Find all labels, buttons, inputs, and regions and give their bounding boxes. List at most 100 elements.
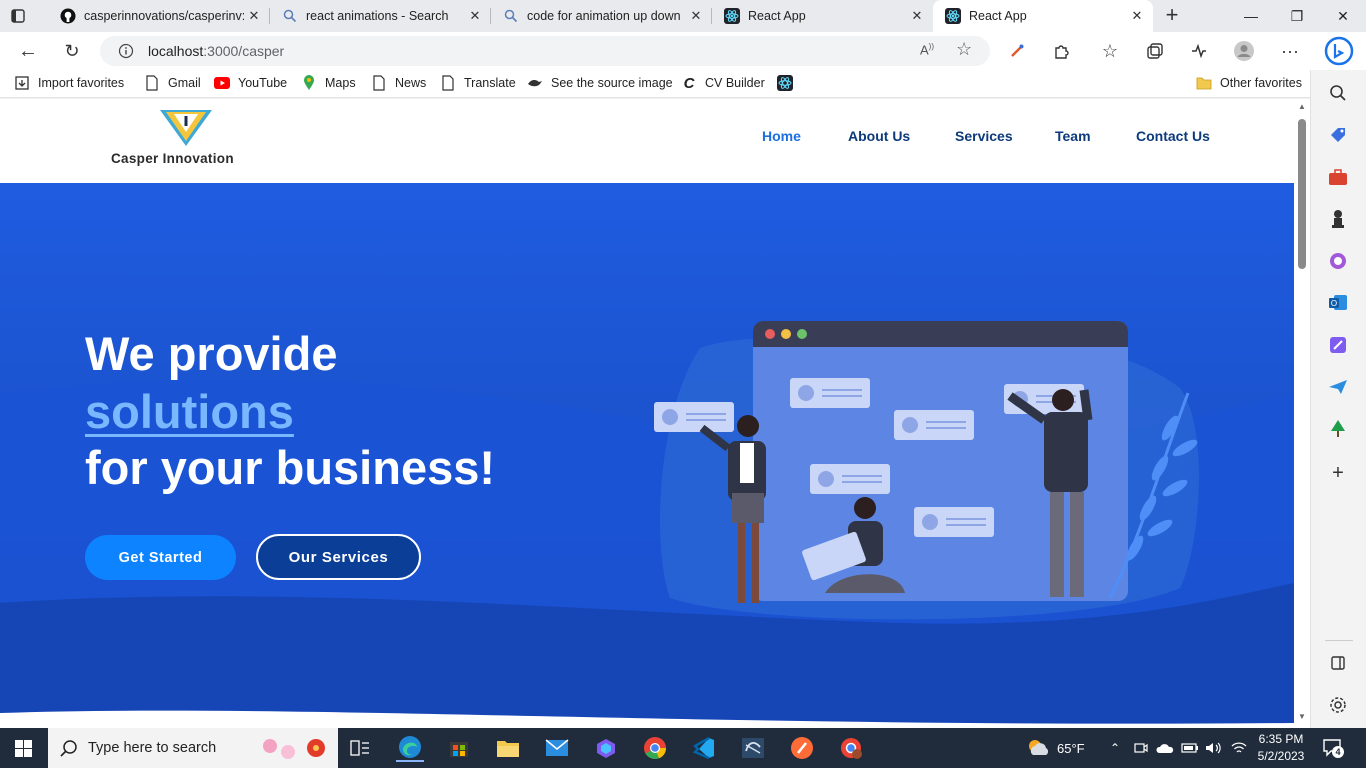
mail-icon[interactable]	[543, 734, 571, 762]
fav-gmail[interactable]: Gmail	[144, 75, 201, 91]
copilot-app-icon[interactable]	[592, 734, 620, 762]
add-sidebar-app-icon[interactable]: +	[1327, 462, 1349, 484]
refresh-icon[interactable]: ↻	[57, 36, 87, 66]
fav-label: Maps	[325, 76, 356, 90]
tab-actions-icon[interactable]	[10, 8, 26, 24]
hide-sidebar-icon[interactable]	[1327, 652, 1349, 674]
our-services-button[interactable]: Our Services	[256, 534, 421, 580]
add-favorite-icon[interactable]: ☆	[956, 39, 972, 60]
restore-icon[interactable]: ❐	[1274, 0, 1320, 32]
fav-other-favorites[interactable]: Other favorites	[1196, 75, 1302, 91]
tab-github[interactable]: casperinnovations/casperinv: ✕	[48, 0, 270, 32]
scroll-down-icon[interactable]: ▼	[1298, 712, 1306, 721]
bird-icon	[527, 75, 543, 91]
extensions-icon[interactable]	[1046, 36, 1076, 66]
favorites-icon[interactable]: ☆	[1095, 36, 1125, 66]
minimize-icon[interactable]: —	[1228, 0, 1274, 32]
taskbar-search-box[interactable]: Type here to search	[48, 728, 338, 768]
games-chess-icon[interactable]	[1327, 208, 1349, 230]
clock[interactable]: 6:35 PM 5/2/2023	[1256, 731, 1306, 765]
sidebar-settings-icon[interactable]	[1327, 694, 1349, 716]
sidebar-search-icon[interactable]	[1327, 82, 1349, 104]
collections-icon[interactable]	[1140, 36, 1170, 66]
profile-avatar[interactable]	[1229, 36, 1259, 66]
window-close-icon[interactable]: ✕	[1320, 0, 1366, 32]
weather-temp: 65°F	[1057, 740, 1085, 756]
more-options-icon[interactable]: ···	[1275, 36, 1305, 66]
chrome-profile-icon[interactable]	[837, 734, 865, 762]
microsoft-365-icon[interactable]	[1327, 250, 1349, 272]
github-icon	[60, 8, 76, 24]
sql-server-icon[interactable]	[739, 734, 767, 762]
show-hidden-icons-icon[interactable]: ⌃	[1110, 728, 1120, 768]
chrome-icon[interactable]	[641, 734, 669, 762]
tree-icon[interactable]	[1327, 418, 1349, 440]
tab-title: React App	[969, 9, 1027, 23]
get-started-button[interactable]: Get Started	[85, 535, 236, 580]
site-header: Casper Innovation Home About Us Services…	[0, 99, 1294, 183]
task-view-icon[interactable]	[346, 734, 374, 762]
nav-about-us[interactable]: About Us	[848, 128, 910, 144]
onedrive-cloud-icon[interactable]	[1156, 728, 1174, 768]
fav-see-source-image[interactable]: See the source image	[527, 75, 673, 91]
fav-youtube[interactable]: YouTube	[214, 75, 287, 91]
windows-start-icon[interactable]	[15, 740, 32, 757]
casper-logo-icon[interactable]	[158, 108, 214, 148]
search-placeholder: Type here to search	[88, 740, 217, 756]
tools-briefcase-icon[interactable]	[1327, 166, 1349, 188]
postman-icon[interactable]	[788, 734, 816, 762]
tab-react-app-active[interactable]: React App ✕	[933, 0, 1153, 32]
fav-maps[interactable]: Maps	[301, 75, 356, 91]
youtube-icon	[214, 75, 230, 91]
microsoft-store-icon[interactable]	[445, 734, 473, 762]
address-bar[interactable]: localhost:3000/casper A)) ☆	[100, 36, 990, 66]
tab-search-animation-code[interactable]: code for animation up down ✕	[491, 0, 712, 32]
edge-taskbar-icon[interactable]	[396, 734, 424, 762]
fav-news[interactable]: News	[371, 75, 426, 91]
bing-chat-icon[interactable]	[1322, 34, 1356, 68]
weather-widget[interactable]: 65°F	[1025, 728, 1085, 768]
new-tab-icon[interactable]: +	[1160, 4, 1184, 28]
performance-icon[interactable]	[1184, 36, 1214, 66]
scroll-up-icon[interactable]: ▲	[1298, 102, 1306, 111]
scrollbar-thumb[interactable]	[1298, 119, 1306, 269]
designer-icon[interactable]	[1327, 334, 1349, 356]
shopping-tag-icon[interactable]	[1327, 124, 1349, 146]
brand-name: Casper Innovation	[111, 151, 234, 166]
tab-search-react-animations[interactable]: react animations - Search ✕	[270, 0, 491, 32]
tab-title: casperinnovations/casperinv:	[84, 9, 244, 23]
wifi-icon[interactable]	[1230, 728, 1248, 768]
battery-icon[interactable]	[1181, 728, 1199, 768]
eyedropper-extension-icon[interactable]	[1002, 36, 1032, 66]
nav-team[interactable]: Team	[1055, 128, 1091, 144]
close-icon[interactable]: ✕	[686, 8, 706, 24]
vscode-icon[interactable]	[690, 734, 718, 762]
notifications-icon[interactable]: 4	[1322, 738, 1344, 760]
close-icon[interactable]: ✕	[907, 8, 927, 24]
fav-cv-builder[interactable]: C CV Builder	[681, 75, 765, 92]
fav-label: News	[395, 76, 427, 90]
fav-translate[interactable]: Translate	[440, 75, 516, 91]
send-paper-plane-icon[interactable]	[1327, 376, 1349, 398]
tab-react-app[interactable]: React App ✕	[712, 0, 933, 32]
info-icon[interactable]	[118, 43, 134, 59]
page-scrollbar[interactable]: ▲ ▼	[1294, 99, 1310, 728]
nav-services[interactable]: Services	[955, 128, 1013, 144]
fav-react[interactable]	[777, 75, 801, 91]
fav-label: Translate	[464, 76, 516, 90]
nav-home[interactable]: Home	[762, 128, 801, 144]
volume-icon[interactable]	[1205, 728, 1223, 768]
nav-contact-us[interactable]: Contact Us	[1136, 128, 1210, 144]
close-icon[interactable]: ✕	[244, 8, 264, 24]
fav-label: Other favorites	[1220, 76, 1302, 90]
fav-import-favorites[interactable]: Import favorites	[14, 75, 124, 91]
meet-now-icon[interactable]	[1134, 728, 1148, 768]
back-icon[interactable]: ←	[13, 36, 43, 66]
read-aloud-icon[interactable]: A))	[920, 42, 934, 57]
close-icon[interactable]: ✕	[1127, 8, 1147, 24]
outlook-icon[interactable]: O	[1327, 292, 1349, 314]
close-icon[interactable]: ✕	[465, 8, 485, 24]
file-explorer-icon[interactable]	[494, 734, 522, 762]
hero-line-1: We provide	[85, 327, 338, 380]
url-text[interactable]: localhost:3000/casper	[148, 43, 284, 59]
